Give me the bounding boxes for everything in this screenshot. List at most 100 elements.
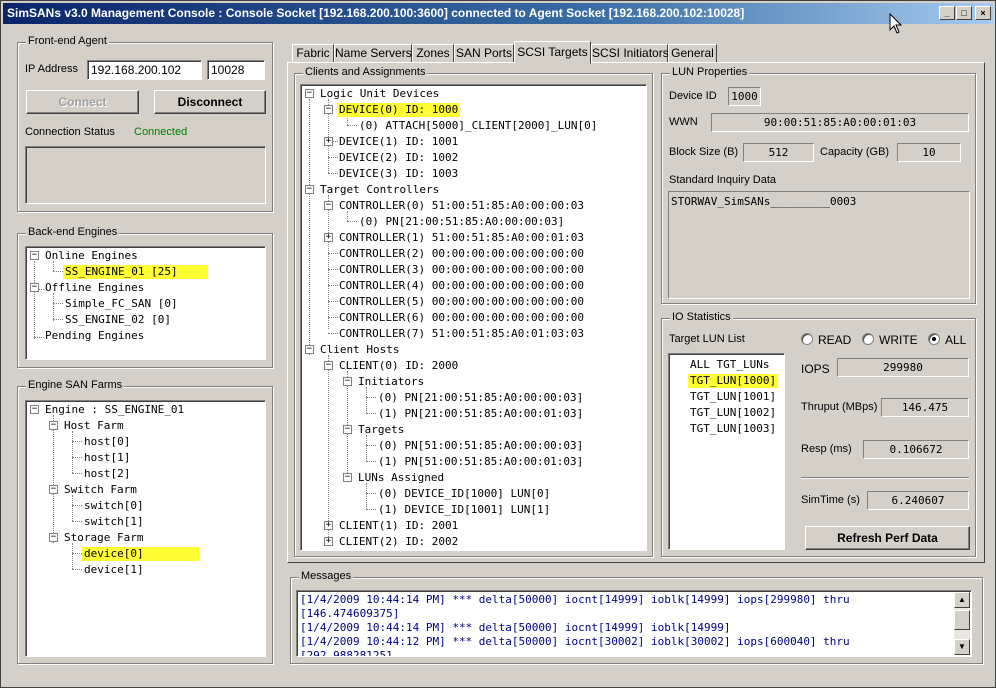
target-lun-list[interactable]: ALL TGT_LUNs TGT_LUN[1000] TGT_LUN[1001]… — [668, 353, 785, 550]
tree-node-controller-1[interactable]: CONTROLLER(1) 51:00:51:85:A0:00:01:03 — [337, 231, 586, 245]
tree-node-client-hosts[interactable]: Client Hosts — [318, 343, 401, 357]
write-radio[interactable] — [862, 333, 874, 345]
expand-icon[interactable]: + — [324, 233, 333, 242]
tree-node-device-1[interactable]: DEVICE(1) ID: 1001 — [337, 135, 460, 149]
san-farms-tree[interactable]: − Engine : SS_ENGINE_01 − Host Farm host… — [25, 400, 266, 657]
tab-san-ports[interactable]: SAN Ports — [454, 44, 514, 63]
minimize-icon[interactable]: _ — [939, 6, 955, 20]
scroll-up-icon[interactable]: ▲ — [954, 592, 970, 608]
tree-node-initiators[interactable]: Initiators — [356, 375, 426, 389]
tree-node-controller-4[interactable]: CONTROLLER(4) 00:00:00:00:00:00:00:00 — [337, 279, 586, 293]
lun-list-item[interactable]: TGT_LUN[1000] — [688, 374, 779, 388]
tab-scsi-targets[interactable]: SCSI Targets — [514, 41, 591, 64]
ip-address-input[interactable]: 192.168.200.102 — [87, 60, 202, 80]
tree-node-controller-7[interactable]: CONTROLLER(7) 51:00:51:85:A0:01:03:03 — [337, 327, 586, 341]
tree-node-initiator-1[interactable]: (1) PN[21:00:51:85:A0:00:01:03] — [376, 407, 585, 421]
tree-node-engine[interactable]: Engine : SS_ENGINE_01 — [43, 403, 186, 417]
tree-node-controller-0[interactable]: CONTROLLER(0) 51:00:51:85:A0:00:00:03 — [337, 199, 586, 213]
collapse-icon[interactable]: − — [49, 485, 58, 494]
collapse-icon[interactable]: − — [324, 361, 333, 370]
tree-node-switch-farm[interactable]: Switch Farm — [62, 483, 139, 497]
tree-node-controller-0-port[interactable]: (0) PN[21:00:51:85:A0:00:00:03] — [357, 215, 566, 229]
tab-scsi-initiators[interactable]: SCSI Initiators — [591, 44, 669, 63]
tree-node-host-0[interactable]: host[0] — [82, 435, 132, 449]
collapse-icon[interactable]: − — [343, 377, 352, 386]
refresh-perf-data-button[interactable]: Refresh Perf Data — [805, 526, 970, 550]
collapse-icon[interactable]: − — [49, 533, 58, 542]
tab-zones[interactable]: Zones — [412, 44, 454, 63]
tree-node-targets[interactable]: Targets — [356, 423, 406, 437]
collapse-icon[interactable]: − — [305, 185, 314, 194]
lun-list-item[interactable]: TGT_LUN[1002] — [688, 406, 778, 420]
tree-node-controller-2[interactable]: CONTROLLER(2) 00:00:00:00:00:00:00:00 — [337, 247, 586, 261]
tree-node-device-3[interactable]: DEVICE(3) ID: 1003 — [337, 167, 460, 181]
tree-node-host-1[interactable]: host[1] — [82, 451, 132, 465]
backend-engines-tree[interactable]: − − Online Engines SS_ENGINE_01 [25] Off… — [25, 246, 266, 360]
all-radio[interactable] — [928, 333, 940, 345]
tree-node-logic-unit-devices[interactable]: Logic Unit Devices — [318, 87, 441, 101]
tree-node-client-2[interactable]: CLIENT(2) ID: 2002 — [337, 535, 460, 549]
tree-node-device-1[interactable]: device[1] — [82, 563, 146, 577]
lun-list-item[interactable]: TGT_LUN[1003] — [688, 422, 778, 436]
tree-node-storage-farm[interactable]: Storage Farm — [62, 531, 145, 545]
tree-node-host-2[interactable]: host[2] — [82, 467, 132, 481]
tree-node-lun-1[interactable]: (1) DEVICE_ID[1001] LUN[1] — [376, 503, 552, 517]
expand-icon[interactable]: + — [324, 521, 333, 530]
read-radio[interactable] — [801, 333, 813, 345]
tree-node-attach[interactable]: (0) ATTACH[5000]_CLIENT[2000]_LUN[0] — [357, 119, 599, 133]
scroll-thumb[interactable] — [954, 610, 970, 630]
tree-node-switch-0[interactable]: switch[0] — [82, 499, 146, 513]
collapse-icon[interactable]: − — [49, 421, 58, 430]
tree-node-ss-engine-01[interactable]: SS_ENGINE_01 [25] — [63, 265, 208, 279]
tree-node-controller-3[interactable]: CONTROLLER(3) 00:00:00:00:00:00:00:00 — [337, 263, 586, 277]
clients-assignments-tree[interactable]: − Logic Unit Devices − DEVICE(0) ID: 100… — [300, 84, 647, 551]
tree-node-online-engines[interactable]: Online Engines — [43, 249, 140, 263]
collapse-icon[interactable]: − — [343, 425, 352, 434]
tree-node-controller-6[interactable]: CONTROLLER(6) 00:00:00:00:00:00:00:00 — [337, 311, 586, 325]
tab-name-servers[interactable]: Name Servers — [334, 44, 412, 63]
tree-node-device-0[interactable]: device[0] — [82, 547, 199, 561]
tree-node-ss-engine-02[interactable]: SS_ENGINE_02 [0] — [63, 313, 173, 327]
tab-general[interactable]: General — [668, 44, 717, 63]
lun-list-item[interactable]: ALL TGT_LUNs — [688, 358, 771, 372]
tree-node-initiator-0[interactable]: (0) PN[21:00:51:85:A0:00:00:03] — [376, 391, 585, 405]
collapse-icon[interactable]: − — [324, 105, 333, 114]
tree-node-target-controllers[interactable]: Target Controllers — [318, 183, 441, 197]
tree-node-luns-assigned[interactable]: LUNs Assigned — [356, 471, 446, 485]
collapse-icon[interactable]: − — [30, 405, 39, 414]
status-detail-box — [25, 146, 266, 204]
tree-node-target-0[interactable]: (0) PN[51:00:51:85:A0:00:00:03] — [376, 439, 585, 453]
tree-node-client-1[interactable]: CLIENT(1) ID: 2001 — [337, 519, 460, 533]
collapse-icon[interactable]: − — [324, 201, 333, 210]
tree-node-offline-engines[interactable]: Offline Engines — [43, 281, 146, 295]
collapse-icon[interactable]: − — [343, 473, 352, 482]
collapse-icon[interactable]: − — [30, 283, 39, 292]
tree-node-device-0[interactable]: DEVICE(0) ID: 1000 — [337, 103, 461, 117]
expand-icon[interactable]: + — [324, 137, 333, 146]
window-title: SimSANs v3.0 Management Console : Consol… — [7, 6, 745, 20]
messages-scrollbar[interactable]: ▲ ▼ — [954, 592, 970, 655]
tree-node-lun-0[interactable]: (0) DEVICE_ID[1000] LUN[0] — [376, 487, 552, 501]
connect-button[interactable]: Connect — [26, 90, 139, 114]
collapse-icon[interactable]: − — [305, 345, 314, 354]
scroll-down-icon[interactable]: ▼ — [954, 639, 970, 655]
close-icon[interactable]: × — [975, 6, 991, 20]
tree-node-simple-fc-san[interactable]: Simple_FC_SAN [0] — [63, 297, 180, 311]
title-bar[interactable]: SimSANs v3.0 Management Console : Consol… — [3, 3, 993, 24]
tab-fabric[interactable]: Fabric — [292, 44, 334, 63]
tree-node-target-1[interactable]: (1) PN[51:00:51:85:A0:00:01:03] — [376, 455, 585, 469]
disconnect-button[interactable]: Disconnect — [154, 90, 266, 114]
collapse-icon[interactable]: − — [305, 89, 314, 98]
port-input[interactable]: 10028 — [207, 60, 265, 80]
tree-node-device-2[interactable]: DEVICE(2) ID: 1002 — [337, 151, 460, 165]
messages-log[interactable]: [1/4/2009 10:44:14 PM] *** delta[50000] … — [296, 590, 972, 657]
collapse-icon[interactable]: − — [30, 251, 39, 260]
tree-node-client-0[interactable]: CLIENT(0) ID: 2000 — [337, 359, 460, 373]
tree-node-controller-5[interactable]: CONTROLLER(5) 00:00:00:00:00:00:00:00 — [337, 295, 586, 309]
tree-node-pending-engines[interactable]: Pending Engines — [43, 329, 146, 343]
ip-address-label: IP Address — [25, 63, 78, 75]
tree-node-switch-1[interactable]: switch[1] — [82, 515, 146, 529]
lun-list-item[interactable]: TGT_LUN[1001] — [688, 390, 778, 404]
expand-icon[interactable]: + — [324, 537, 333, 546]
maximize-icon[interactable]: □ — [956, 6, 972, 20]
